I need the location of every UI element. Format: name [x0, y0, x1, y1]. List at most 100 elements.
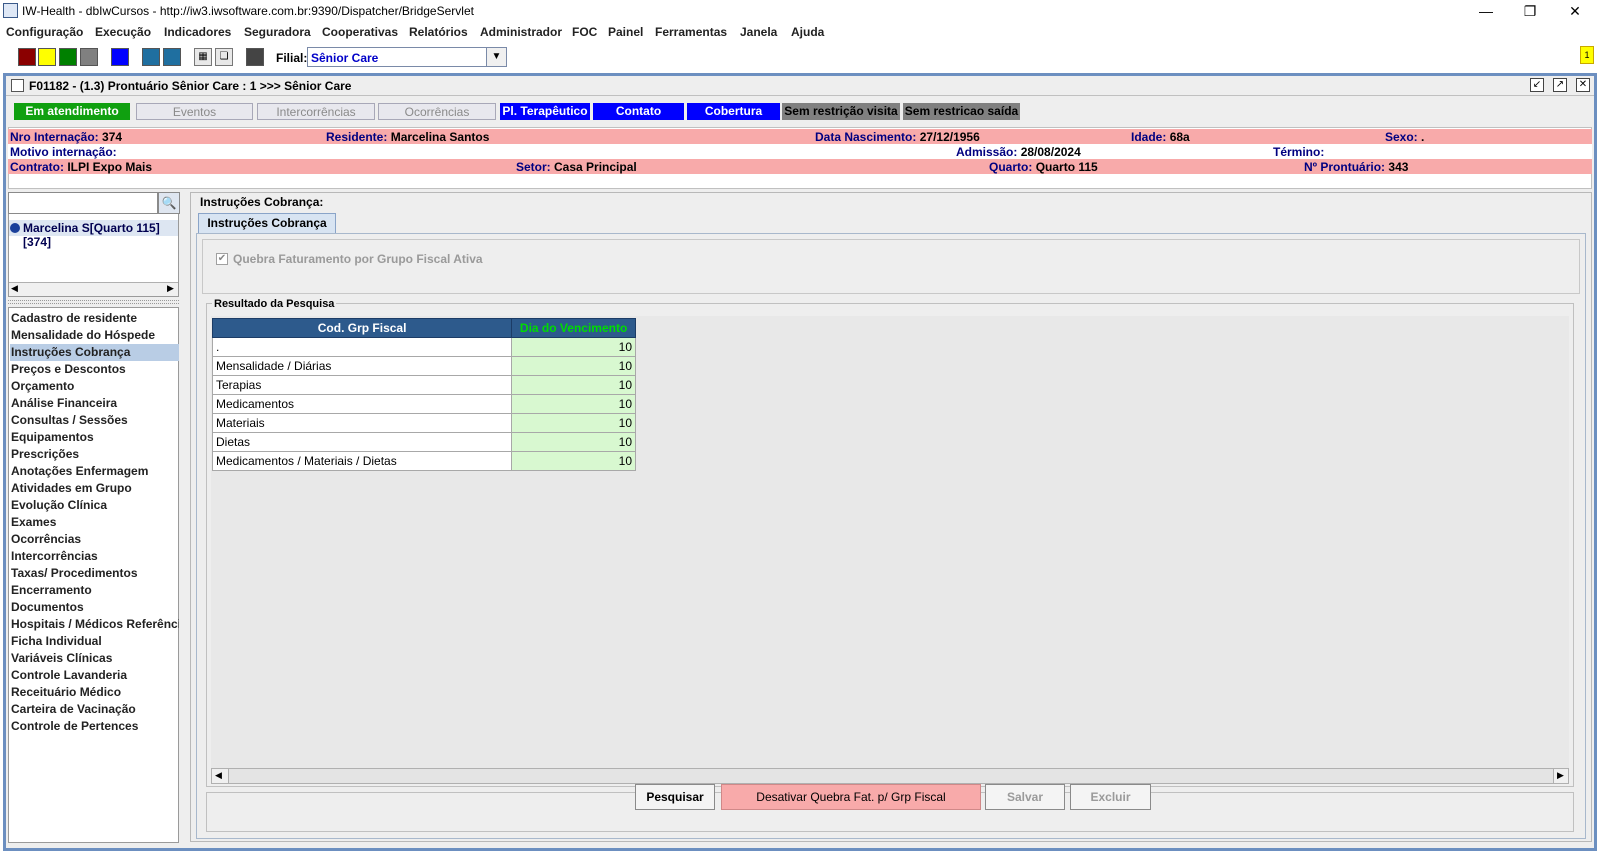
table-row[interactable]: Terapias 10 [211, 375, 636, 395]
filial-select[interactable]: Sênior Care ▼ [307, 47, 507, 67]
menu-cooperativas[interactable]: Cooperativas [322, 25, 398, 39]
cell-dia-vencimento[interactable]: 10 [511, 451, 636, 471]
color-swatch-gray[interactable] [80, 48, 98, 66]
cell-cod-grp-fiscal[interactable]: Mensalidade / Diárias [211, 356, 513, 376]
menu-foc[interactable]: FOC [572, 25, 597, 39]
checkbox-quebra-faturamento[interactable]: ✔ [216, 253, 228, 265]
frame-minimize-icon[interactable]: ↙ [1530, 78, 1544, 92]
status-restricao-visita[interactable]: Sem restrição visita [782, 103, 900, 120]
table-row[interactable]: Medicamentos 10 [211, 394, 636, 414]
menu-ajuda[interactable]: Ajuda [791, 25, 824, 39]
sidebar-item-orcamento[interactable]: Orçamento [10, 378, 179, 395]
cell-cod-grp-fiscal[interactable]: . [211, 337, 513, 357]
menu-janela[interactable]: Janela [740, 25, 777, 39]
color-swatch-teal[interactable] [142, 48, 160, 66]
scroll-right-icon[interactable]: ▶ [1557, 770, 1564, 781]
column-header-cod-grp-fiscal[interactable]: Cod. Grp Fiscal [211, 318, 513, 338]
sidebar-item-cadastro-de-residente[interactable]: Cadastro de residente [10, 310, 179, 327]
scroll-left-icon[interactable]: ◀ [215, 770, 222, 781]
menu-relatorios[interactable]: Relatórios [409, 25, 468, 39]
menu-execucao[interactable]: Execução [95, 25, 151, 39]
sidebar-item-variaveis-clinicas[interactable]: Variáveis Clínicas [10, 650, 179, 667]
status-cobertura[interactable]: Cobertura [687, 103, 780, 120]
cell-cod-grp-fiscal[interactable]: Medicamentos / Materiais / Dietas [211, 451, 513, 471]
sidebar-item-prescricoes[interactable]: Prescrições [10, 446, 179, 463]
frame-close-icon[interactable]: ✕ [1576, 78, 1590, 92]
cell-dia-vencimento[interactable]: 10 [511, 413, 636, 433]
sidebar-item-encerramento[interactable]: Encerramento [10, 582, 179, 599]
windows-icon[interactable]: ❏ [215, 48, 233, 66]
scroll-thumb[interactable] [228, 769, 1554, 783]
search-input[interactable] [8, 192, 158, 214]
close-icon[interactable]: ✕ [1565, 2, 1585, 20]
status-eventos[interactable]: Eventos [136, 103, 253, 120]
status-em-atendimento[interactable]: Em atendimento [14, 103, 130, 120]
sidebar-item-instrucoes-cobranca[interactable]: Instruções Cobrança [10, 344, 179, 361]
color-swatch-darkred[interactable] [18, 48, 36, 66]
color-swatch-blue[interactable] [111, 48, 129, 66]
sidebar-item-mensalidade-do-hospede[interactable]: Mensalidade do Hóspede [10, 327, 179, 344]
tree-icon[interactable]: ▦ [194, 48, 212, 66]
sidebar-item-anotacoes-enfermagem[interactable]: Anotações Enfermagem [10, 463, 179, 480]
menu-ferramentas[interactable]: Ferramentas [655, 25, 727, 39]
sidebar-item-documentos[interactable]: Documentos [10, 599, 179, 616]
splitter[interactable] [8, 300, 179, 304]
sidebar-item-carteira-de-vacinacao[interactable]: Carteira de Vacinação [10, 701, 179, 718]
horizontal-scrollbar[interactable]: ◀ ▶ [9, 282, 178, 296]
sidebar-item-atividades-em-grupo[interactable]: Atividades em Grupo [10, 480, 179, 497]
salvar-button[interactable]: Salvar [985, 784, 1065, 810]
menu-indicadores[interactable]: Indicadores [164, 25, 231, 39]
cell-dia-vencimento[interactable]: 10 [511, 375, 636, 395]
color-swatch-teal-2[interactable] [163, 48, 181, 66]
tab-instrucoes-cobranca[interactable]: Instruções Cobrança [198, 213, 336, 233]
color-swatch-green[interactable] [59, 48, 77, 66]
scroll-right-icon[interactable]: ▶ [167, 283, 174, 294]
status-ocorrencias[interactable]: Ocorrências [378, 103, 496, 120]
sidebar-item-taxas-procedimentos[interactable]: Taxas/ Procedimentos [10, 565, 179, 582]
menu-configuracao[interactable]: Configuração [6, 25, 83, 39]
color-swatch-yellow[interactable] [38, 48, 56, 66]
status-intercorrencias[interactable]: Intercorrências [257, 103, 375, 120]
status-contato[interactable]: Contato [593, 103, 684, 120]
cell-dia-vencimento[interactable]: 10 [511, 432, 636, 452]
status-pl-terapeutico[interactable]: Pl. Terapêutico [500, 103, 590, 120]
cell-cod-grp-fiscal[interactable]: Medicamentos [211, 394, 513, 414]
color-swatch-dark[interactable] [246, 48, 264, 66]
sidebar-item-evolucao-clinica[interactable]: Evolução Clínica [10, 497, 179, 514]
sidebar-item-precos-e-descontos[interactable]: Preços e Descontos [10, 361, 179, 378]
sidebar-item-analise-financeira[interactable]: Análise Financeira [10, 395, 179, 412]
frame-maximize-icon[interactable]: ↗ [1553, 78, 1567, 92]
desativar-quebra-button[interactable]: Desativar Quebra Fat. p/ Grp Fiscal [721, 784, 981, 810]
cell-cod-grp-fiscal[interactable]: Terapias [211, 375, 513, 395]
sidebar-item-ficha-individual[interactable]: Ficha Individual [10, 633, 179, 650]
column-header-dia-vencimento[interactable]: Dia do Vencimento [511, 318, 636, 338]
cell-dia-vencimento[interactable]: 10 [511, 337, 636, 357]
sidebar-item-consultas-sessoes[interactable]: Consultas / Sessões [10, 412, 179, 429]
chevron-down-icon[interactable]: ▼ [486, 48, 506, 66]
table-row[interactable]: Medicamentos / Materiais / Dietas 10 [211, 451, 636, 471]
excluir-button[interactable]: Excluir [1070, 784, 1151, 810]
menu-seguradora[interactable]: Seguradora [244, 25, 311, 39]
patient-list-item[interactable]: Marcelina S[Quarto 115][374] [9, 220, 178, 249]
cell-cod-grp-fiscal[interactable]: Dietas [211, 432, 513, 452]
scroll-left-icon[interactable]: ◀ [11, 283, 18, 294]
sidebar-item-hospitais-medicos-referencia[interactable]: Hospitais / Médicos Referência [10, 616, 179, 633]
table-row[interactable]: Materiais 10 [211, 413, 636, 433]
cell-cod-grp-fiscal[interactable]: Materiais [211, 413, 513, 433]
cell-dia-vencimento[interactable]: 10 [511, 356, 636, 376]
sidebar-item-controle-lavanderia[interactable]: Controle Lavanderia [10, 667, 179, 684]
table-row[interactable]: . 10 [211, 337, 636, 357]
restore-icon[interactable]: ❐ [1520, 2, 1540, 20]
status-restricao-saida[interactable]: Sem restricao saída [903, 103, 1020, 120]
minimize-icon[interactable]: — [1476, 2, 1496, 20]
pesquisar-button[interactable]: Pesquisar [635, 784, 715, 810]
cell-dia-vencimento[interactable]: 10 [511, 394, 636, 414]
search-icon[interactable]: 🔍 [158, 192, 180, 214]
menu-administrador[interactable]: Administrador [480, 25, 562, 39]
sidebar-item-receituario-medico[interactable]: Receituário Médico [10, 684, 179, 701]
sidebar-item-exames[interactable]: Exames [10, 514, 179, 531]
sidebar-item-controle-de-pertences[interactable]: Controle de Pertences [10, 718, 179, 735]
table-row[interactable]: Mensalidade / Diárias 10 [211, 356, 636, 376]
menu-painel[interactable]: Painel [608, 25, 643, 39]
sidebar-item-equipamentos[interactable]: Equipamentos [10, 429, 179, 446]
